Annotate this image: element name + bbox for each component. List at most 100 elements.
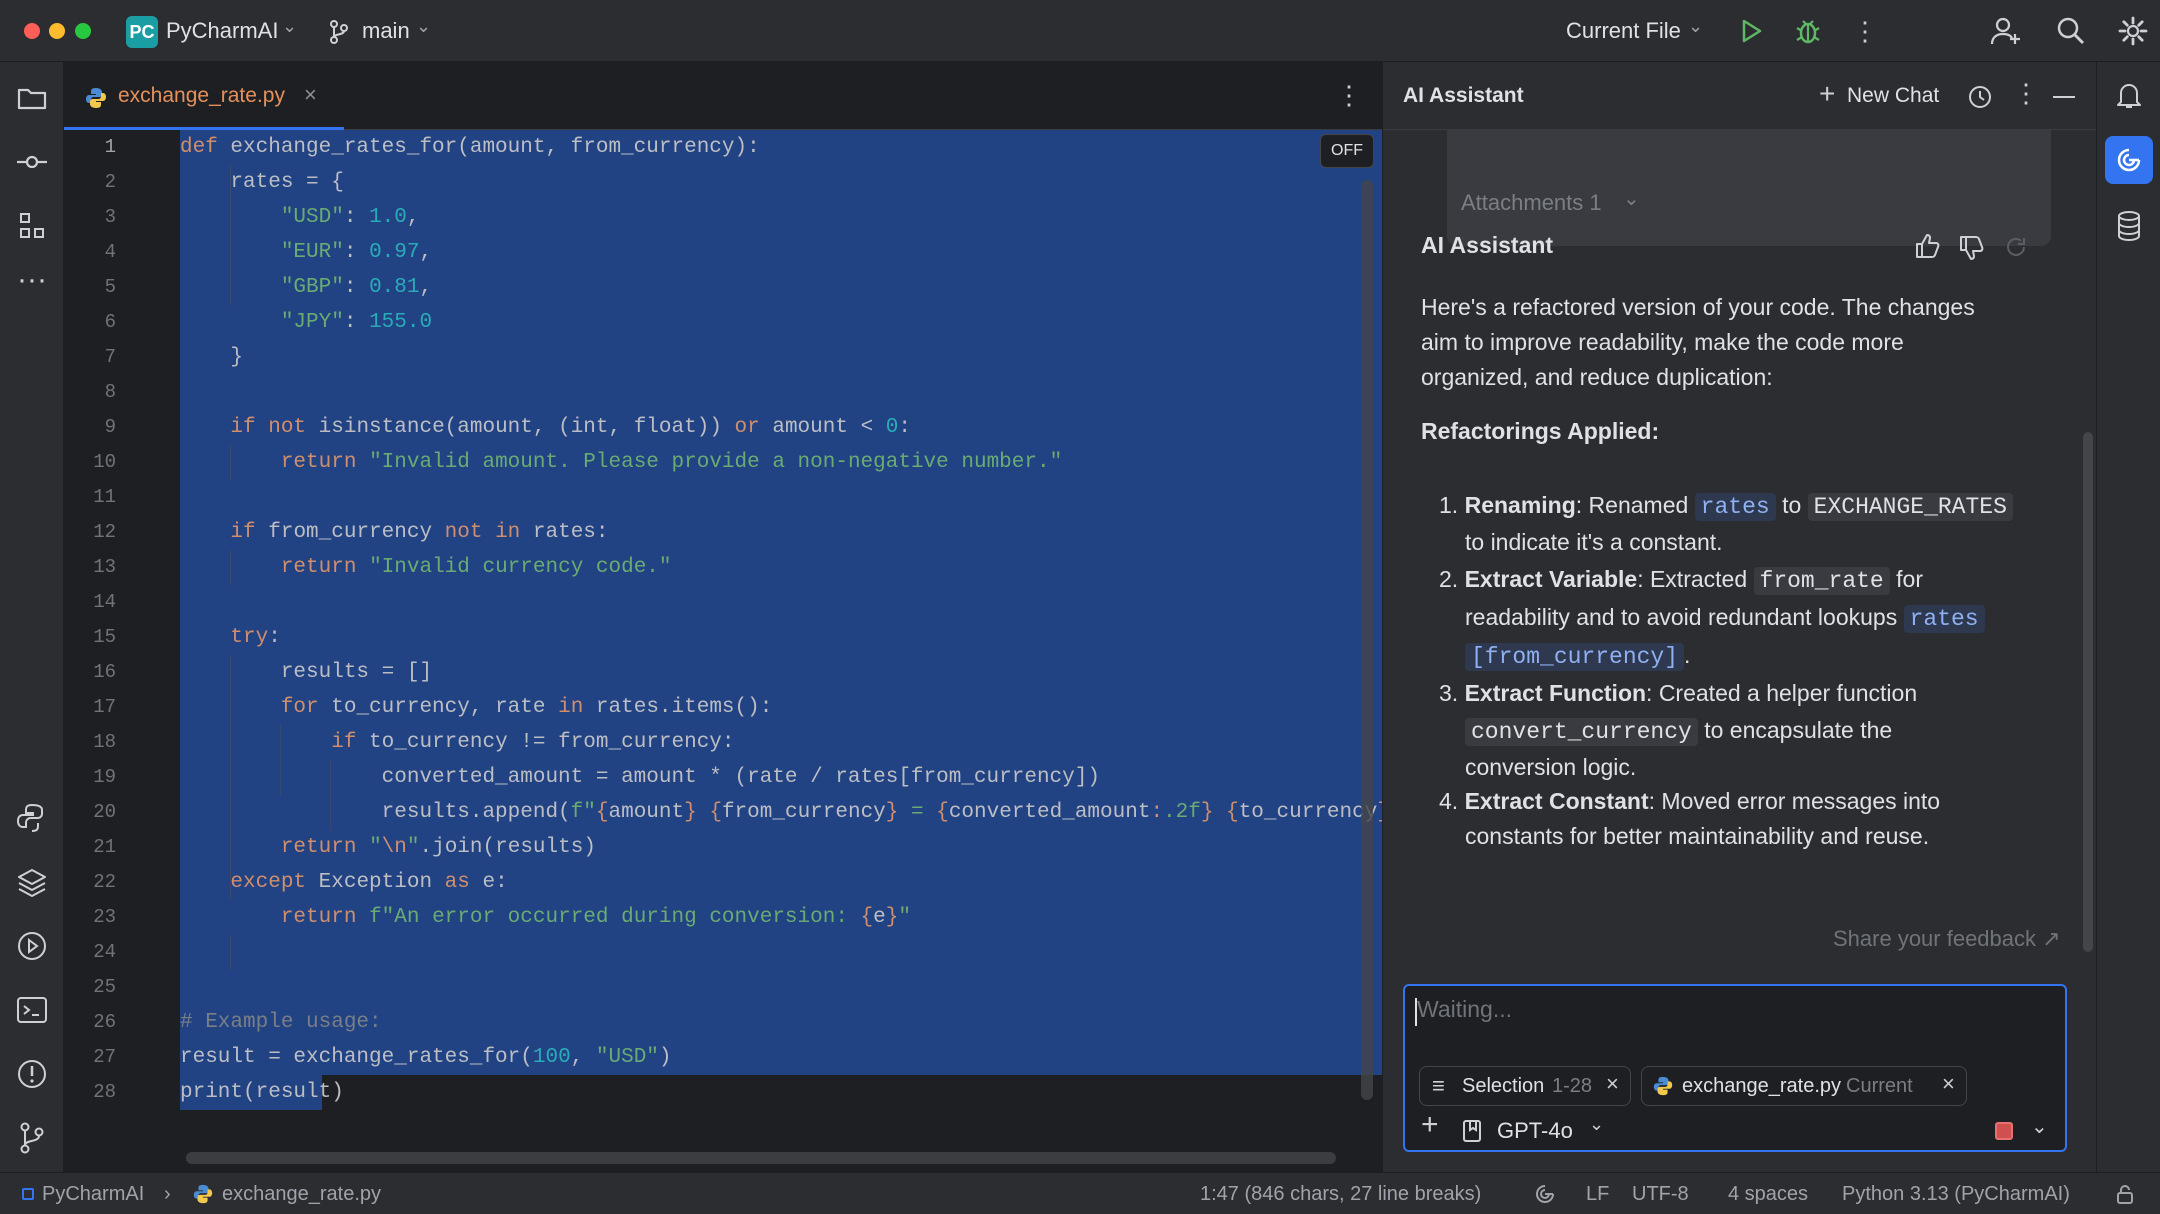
item-text: : Renamed: [1575, 492, 1695, 518]
line-number: 15: [93, 626, 116, 648]
editor-tab-bar: exchange_rate.py × ⋮: [64, 62, 1382, 130]
regenerate-icon[interactable]: [2003, 234, 2029, 260]
ai-assistant-toggle[interactable]: [2105, 136, 2153, 184]
list-item: 1. Renaming: Renamed rates to EXCHANGE_R…: [1439, 492, 2013, 521]
python-interpreter[interactable]: Python 3.13 (PyCharmAI): [1842, 1183, 2070, 1206]
line-number: 24: [93, 941, 116, 963]
stop-generation-button[interactable]: [1995, 1122, 2013, 1140]
close-icon[interactable]: ×: [1606, 1071, 1619, 1097]
project-name: PyCharmAI: [166, 18, 279, 43]
code-line: converted_amount = amount * (rate / rate…: [180, 766, 1100, 789]
line-separator[interactable]: LF: [1586, 1183, 1609, 1206]
chevron-down-icon: ⌄: [282, 16, 298, 36]
item-text: : Created a helper function: [1646, 680, 1918, 706]
minimize-icon[interactable]: [2053, 96, 2075, 98]
more-vertical-icon[interactable]: ⋮: [1336, 80, 1362, 111]
line-number: 21: [93, 836, 116, 858]
vertical-scrollbar[interactable]: [1361, 180, 1373, 1100]
list-item: 4. Extract Constant: Moved error message…: [1439, 788, 1940, 815]
branch-widget[interactable]: main ⌄: [328, 14, 438, 50]
close-icon[interactable]: ×: [304, 82, 317, 108]
window-close-button[interactable]: [24, 23, 40, 39]
breadcrumb-project[interactable]: PyCharmAI: [42, 1183, 144, 1206]
history-icon[interactable]: [1967, 84, 1993, 110]
prompt-library-icon[interactable]: [1461, 1118, 1485, 1144]
project-badge: PC: [126, 16, 158, 48]
code-chip: convert_currency: [1465, 718, 1698, 746]
chat-input-box[interactable]: Waiting... ≡ Selection 1-28 × exchange_r…: [1403, 984, 2067, 1152]
file-context-chip[interactable]: exchange_rate.py Current ×: [1641, 1066, 1967, 1106]
settings-gear-icon[interactable]: [2118, 16, 2148, 46]
line-number: 2: [104, 171, 116, 193]
item-title: Extract Variable: [1464, 566, 1638, 592]
left-toolbar: ···: [0, 62, 64, 1172]
caret-position[interactable]: 1:47 (846 chars, 27 line breaks): [1200, 1183, 1481, 1206]
item-title: Renaming: [1464, 492, 1576, 518]
code-line: results = []: [180, 661, 433, 684]
problems-icon[interactable]: [14, 1056, 50, 1092]
window-minimize-button[interactable]: [49, 23, 65, 39]
commit-icon[interactable]: [14, 144, 50, 180]
chip-tag: Current: [1846, 1075, 1913, 1097]
search-icon[interactable]: [2056, 16, 2086, 46]
file-encoding[interactable]: UTF-8: [1632, 1183, 1689, 1206]
window-zoom-button[interactable]: [75, 23, 91, 39]
line-number: 27: [93, 1046, 116, 1068]
line-number: 11: [93, 486, 116, 508]
close-icon[interactable]: ×: [1942, 1071, 1955, 1097]
run-icon[interactable]: [1738, 18, 1764, 44]
notifications-bell-icon[interactable]: [2115, 80, 2143, 110]
new-chat-button[interactable]: + New Chat: [1819, 78, 1991, 114]
editor-tab[interactable]: exchange_rate.py ×: [64, 62, 344, 130]
database-icon[interactable]: [2115, 210, 2143, 242]
layers-icon[interactable]: [14, 864, 50, 900]
thumbs-down-icon[interactable]: [1957, 234, 1985, 262]
services-run-icon[interactable]: [14, 928, 50, 964]
line-number: 18: [93, 731, 116, 753]
project-widget[interactable]: PC PyCharmAI ⌄: [124, 14, 300, 50]
add-context-plus-icon[interactable]: +: [1421, 1108, 1439, 1142]
code-line: "EUR": 0.97,: [280, 241, 433, 264]
run-config-selector[interactable]: Current File ⌄: [1560, 14, 1710, 50]
line-number: 1: [104, 136, 116, 158]
python-console-icon[interactable]: [14, 800, 50, 836]
chip-label: Selection: [1462, 1075, 1545, 1097]
inlay-off-badge[interactable]: OFF: [1320, 134, 1374, 168]
line-number: 9: [104, 416, 116, 438]
ai-panel-title: AI Assistant: [1403, 84, 1524, 107]
chat-scrollbar[interactable]: [2083, 432, 2093, 952]
line-number: 12: [93, 521, 116, 543]
breadcrumb-file[interactable]: exchange_rate.py: [222, 1183, 381, 1206]
horizontal-scrollbar[interactable]: [186, 1152, 1336, 1164]
more-vertical-icon[interactable]: ⋮: [2013, 78, 2039, 109]
add-user-icon[interactable]: [1990, 16, 2022, 46]
attachments-box[interactable]: Attachments 1 ⌄: [1447, 130, 2051, 246]
python-file-icon: [193, 1184, 213, 1204]
lock-icon[interactable]: [2114, 1183, 2136, 1205]
item-number: 3.: [1439, 680, 1459, 706]
thumbs-up-icon[interactable]: [1913, 232, 1941, 260]
python-file-icon: [86, 88, 106, 108]
run-config-label: Current File: [1566, 18, 1681, 43]
terminal-icon[interactable]: [14, 992, 50, 1028]
debug-icon[interactable]: [1794, 16, 1822, 46]
intro-line-2: aim to improve readability, make the cod…: [1421, 329, 1904, 355]
code-line: result = exchange_rates_for(100, "USD"): [180, 1046, 672, 1069]
selection-context-chip[interactable]: ≡ Selection 1-28 ×: [1419, 1066, 1631, 1106]
item-title: Extract Constant: [1464, 788, 1649, 814]
ai-status-icon[interactable]: [1534, 1183, 1556, 1205]
code-area[interactable]: def exchange_rates_for(amount, from_curr…: [180, 130, 1382, 1130]
indent-setting[interactable]: 4 spaces: [1728, 1183, 1808, 1206]
structure-icon[interactable]: [14, 208, 50, 244]
share-feedback-link[interactable]: Share your feedback ↗: [1833, 926, 2061, 952]
git-icon[interactable]: [14, 1120, 50, 1156]
more-vertical-icon[interactable]: ⋮: [1850, 16, 1880, 46]
more-tools-icon[interactable]: ···: [14, 262, 50, 298]
model-selector[interactable]: GPT-4o ⌄: [1497, 1112, 1617, 1148]
chevron-down-icon[interactable]: ⌄: [2031, 1114, 2048, 1139]
chat-input-placeholder[interactable]: Waiting...: [1417, 996, 1512, 1023]
lines-icon: ≡: [1432, 1073, 1445, 1098]
project-folder-icon[interactable]: [14, 80, 50, 116]
code-chip: rates: [1694, 493, 1776, 521]
code-line: "USD": 1.0,: [280, 206, 420, 229]
